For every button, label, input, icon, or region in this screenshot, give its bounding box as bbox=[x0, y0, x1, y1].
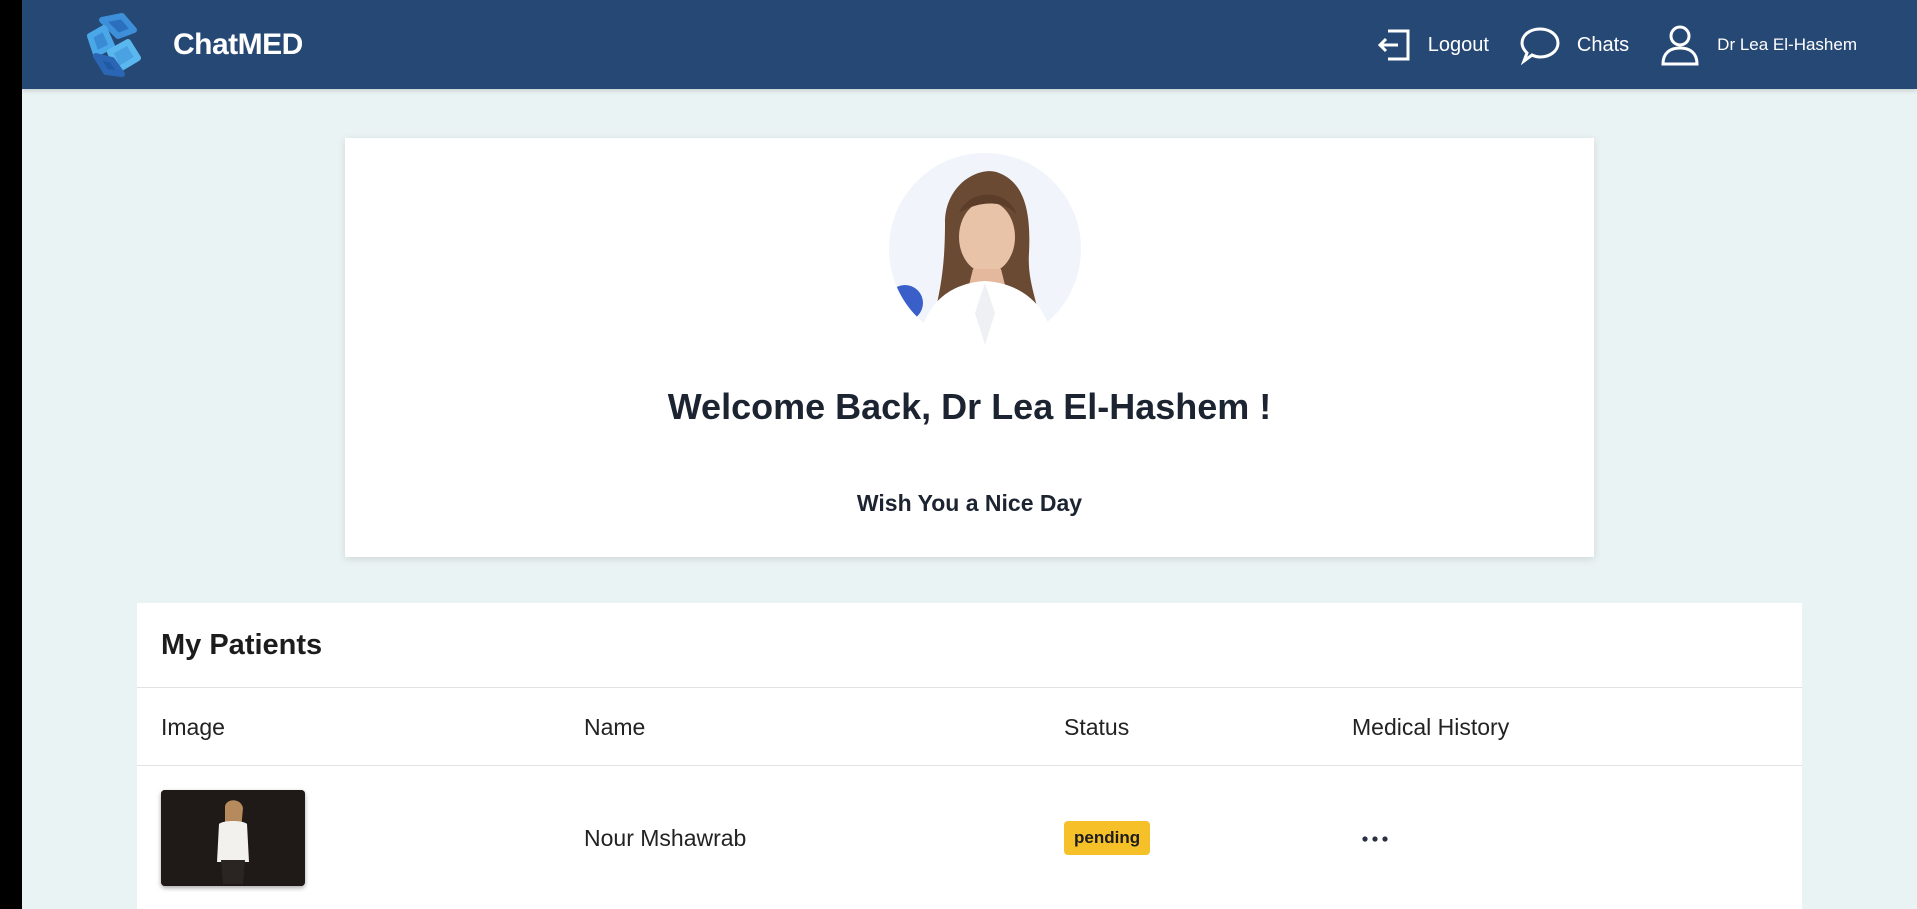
table-header: Image Name Status Medical History bbox=[137, 688, 1802, 766]
user-name: Dr Lea El-Hashem bbox=[1717, 35, 1857, 54]
column-header-name: Name bbox=[584, 714, 646, 740]
column-header-medical-history: Medical History bbox=[1352, 714, 1510, 740]
column-header-image: Image bbox=[161, 714, 225, 740]
patient-name[interactable]: Nour Mshawrab bbox=[584, 825, 746, 852]
app-name: ChatMED bbox=[173, 28, 303, 61]
profile-link[interactable]: Dr Lea El-Hashem bbox=[1659, 24, 1857, 66]
chats-link[interactable]: Chats bbox=[1519, 25, 1629, 65]
welcome-subtitle: Wish You a Nice Day bbox=[856, 490, 1083, 516]
patient-photo bbox=[161, 790, 305, 886]
patients-card: My Patients Image Name Status Medical Hi… bbox=[137, 603, 1802, 909]
page: ChatMED Logout Chats Dr Lea El-Hashem We… bbox=[22, 0, 1917, 909]
patients-heading: My Patients bbox=[161, 628, 323, 661]
nav-links: Logout Chats Dr Lea El-Hashem bbox=[1346, 24, 1857, 66]
patient-image bbox=[161, 790, 305, 886]
welcome-title: Welcome Back, Dr Lea El-Hashem ! bbox=[667, 386, 1272, 427]
logout-link[interactable]: Logout bbox=[1376, 27, 1489, 63]
more-icon[interactable] bbox=[1360, 834, 1390, 844]
user-icon bbox=[1661, 25, 1699, 66]
logout-label: Logout bbox=[1427, 33, 1489, 56]
welcome-card: Welcome Back, Dr Lea El-Hashem ! Wish Yo… bbox=[345, 138, 1594, 557]
table-row[interactable]: Nour Mshawrab pending bbox=[137, 766, 1802, 909]
brand[interactable]: ChatMED bbox=[82, 12, 303, 78]
avatar bbox=[889, 153, 1081, 345]
chats-label: Chats bbox=[1576, 33, 1630, 56]
avatar-photo bbox=[889, 153, 1081, 345]
chat-icon bbox=[1520, 27, 1560, 65]
column-header-status: Status bbox=[1064, 714, 1130, 740]
logout-icon bbox=[1377, 29, 1410, 61]
navbar: ChatMED Logout Chats Dr Lea El-Hashem bbox=[22, 0, 1917, 89]
status-badge: pending bbox=[1064, 821, 1151, 855]
logo-icon bbox=[87, 13, 141, 77]
patients-header: My Patients bbox=[137, 603, 1802, 688]
